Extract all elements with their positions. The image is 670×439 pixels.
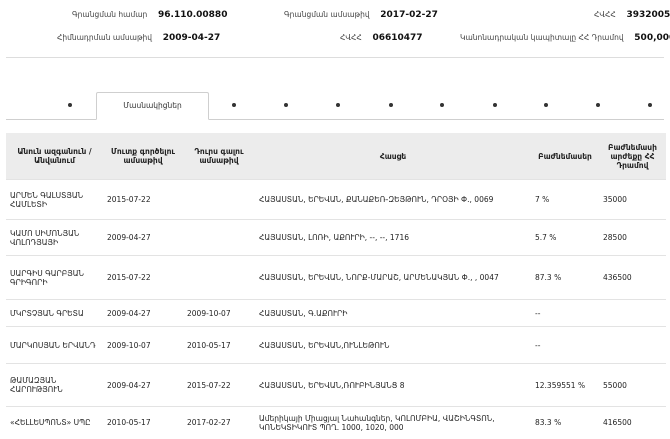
table-row: ԹԱՄԱԶՅԱՆ ՀԱՐՈՒԹՅՈՒՆ 2009-04-27 2015-07-22 Հ…: [6, 363, 666, 407]
tab-dot[interactable]: [493, 103, 497, 107]
cell-value: 55000: [599, 363, 666, 407]
address-line-2: ԿՈՆԵԿՏԻԿՈՒՏ ՊՈՂ. 1000, 1020, 000: [259, 422, 404, 432]
table-row: ԿԱՄՈ ՍԻՄՈՆՅԱՆ ՎՈԼՈԴՅԱՅԻ 2009-04-27 ՀԱՅԱՍՏԱ…: [6, 219, 666, 256]
tab-dot[interactable]: [284, 103, 288, 107]
address-line: Ամերիկայի Միացյալ Նահանգներ, ԿՈԼՈՄԲԻԱ, Վ…: [259, 413, 495, 423]
cell-out-date: [183, 179, 255, 220]
table-row: ՍԱՐԳԻՍ ԳԱՐԲՅԱՆ ԳՐԻԳՈՐԻ 2015-07-22 ՀԱՅԱՍՏԱՆ…: [6, 255, 666, 300]
cell-in-date: 2015-07-22: [103, 179, 183, 220]
address-line-2: , 0047: [474, 273, 499, 282]
tab-dot[interactable]: [544, 103, 548, 107]
table-row: ԱՐՄԵՆ ԳԱԼՍՏՅԱՆ ՀԱՄԼԵՏԻ 2015-07-22 ՀԱՅԱՍՏԱՆ…: [6, 179, 666, 220]
cell-name: «ՀԵԼԼԵՍՊՈՆՏ» ՍՊԸ: [6, 406, 103, 439]
tab-dot[interactable]: [596, 103, 600, 107]
cell-address: ՀԱՅԱՍՏԱՆ, ԵՐԵՎԱՆ,ՌՈՒԲԻՆՅԱՆՑ 8: [255, 363, 531, 407]
cell-in-date: 2010-05-17: [103, 406, 183, 439]
tab-dot[interactable]: [440, 103, 444, 107]
tab-dot[interactable]: [389, 103, 393, 107]
col-out-date: Դուրս գալու ամսաթիվ: [183, 133, 255, 180]
cell-in-date: 2009-04-27: [103, 363, 183, 407]
capital: Կանոնադրական կապիտալը ՀՀ Դրամով 500,000: [460, 33, 670, 43]
cell-out-date: 2017-02-27: [183, 406, 255, 439]
cell-name: ՍԱՐԳԻՍ ԳԱՐԲՅԱՆ ԳՐԻԳՈՐԻ: [6, 255, 103, 300]
tab-dot[interactable]: [68, 103, 72, 107]
cell-name: ԿԱՄՈ ՍԻՄՈՆՅԱՆ ՎՈԼՈԴՅԱՅԻ: [6, 219, 103, 256]
col-name: Անուն ազգանուն / Անվանում: [6, 133, 103, 180]
cell-in-date: 2009-04-27: [103, 299, 183, 327]
cell-in-date: 2009-04-27: [103, 219, 183, 256]
tab-dot[interactable]: [336, 103, 340, 107]
col-share: Բաժնեմասեր: [531, 133, 599, 180]
cell-name: ԹԱՄԱԶՅԱՆ ՀԱՐՈՒԹՅՈՒՆ: [6, 363, 103, 407]
cell-address: Ամերիկայի Միացյալ Նահանգներ, ԿՈԼՈՄԲԻԱ, Վ…: [255, 406, 531, 439]
cell-value: 35000: [599, 179, 666, 220]
cell-name: ՄԿՐՏՉՅԱՆ ԳՐԵՏԱ: [6, 299, 103, 327]
reg-date: Գրանցման ամսաթիվ 2017-02-27: [284, 10, 438, 20]
cell-value: 28500: [599, 219, 666, 256]
cell-name: ՄԱՐԿՈՍՅԱՆ ԵՐՎԱՆԴ: [6, 326, 103, 364]
cell-share: 87.3 %: [531, 255, 599, 300]
tab-participants[interactable]: Մասնակիցներ: [96, 92, 209, 120]
participants-table: Անուն ազգանուն / Անվանում Մուտք գործելու…: [6, 133, 666, 439]
tab-dot[interactable]: [232, 103, 236, 107]
table-row: ՄԱՐԿՈՍՅԱՆ ԵՐՎԱՆԴ 2009-10-07 2010-05-17 ՀԱՅԱ…: [6, 326, 666, 364]
cell-share: 12.359551 %: [531, 363, 599, 407]
header-divider: [6, 57, 664, 58]
cell-value: 416500: [599, 406, 666, 439]
cell-share: 83.3 %: [531, 406, 599, 439]
cell-share: 5.7 %: [531, 219, 599, 256]
cell-share: --: [531, 326, 599, 364]
cell-in-date: 2015-07-22: [103, 255, 183, 300]
col-address: Հասցե: [255, 133, 531, 180]
cell-value: [599, 326, 666, 364]
table-row: ՄԿՐՏՉՅԱՆ ԳՐԵՏԱ 2009-04-27 2009-10-07 ՀԱՅԱՍՏ…: [6, 299, 666, 327]
hvhh: ՀՎՀՀ 39320057: [594, 10, 670, 20]
state-reg-date: Հիմնադրման ամսաթիվ 2009-04-27: [57, 33, 221, 43]
tab-dot[interactable]: [648, 103, 652, 107]
address-line: ՀԱՅԱՍՏԱՆ, ԵՐԵՎԱՆ, ՆՈՐՔ-ՄԱՐԱՇ, ԱՐՄԵՆԱԿՅԱՆ…: [259, 273, 475, 282]
address-line: ՀԱՅԱՍՏԱՆ, ԵՐԵՎԱՆ,ՌՈՒԲԻՆՅԱՆՑ 8: [259, 380, 405, 390]
cell-out-date: [183, 255, 255, 300]
tab-bar: Մասնակիցներ: [6, 92, 664, 120]
company-header: Գրանցման համար 96.110.00880 Գրանցման ամս…: [0, 0, 670, 60]
hch: ՀՎՀՀ 06610477: [340, 33, 423, 43]
cell-out-date: 2010-05-17: [183, 326, 255, 364]
cell-out-date: 2009-10-07: [183, 299, 255, 327]
cell-address: ՀԱՅԱՍՏԱՆ, Գ.ԱՔՈՒՐԻ: [255, 299, 531, 327]
cell-out-date: [183, 219, 255, 256]
reg-number: Գրանցման համար 96.110.00880: [72, 10, 228, 20]
cell-out-date: 2015-07-22: [183, 363, 255, 407]
cell-share: --: [531, 299, 599, 327]
cell-in-date: 2009-10-07: [103, 326, 183, 364]
table-row: «ՀԵԼԼԵՍՊՈՆՏ» ՍՊԸ 2010-05-17 2017-02-27 Ամեր…: [6, 406, 666, 439]
cell-address: ՀԱՅԱՍՏԱՆ, ԵՐԵՎԱՆ, ՆՈՐՔ-ՄԱՐԱՇ, ԱՐՄԵՆԱԿՅԱՆ…: [255, 255, 531, 300]
col-value: Բաժնեմասի արժեքը ՀՀ Դրամով: [599, 133, 666, 180]
col-in-date: Մուտք գործելու ամսաթիվ: [103, 133, 183, 180]
address-line: ՀԱՅԱՍՏԱՆ, ԵՐԵՎԱՆ, ՔԱՆԱՔԵՌ-ԶԵՅԹՈՒՆ, ԴՐՕՅԻ…: [259, 195, 475, 204]
address-line: ՀԱՅԱՍՏԱՆ, ԵՐԵՎԱՆ,ՈՒՆԼԵԹՈՒՆ: [259, 340, 390, 350]
address-line-2: 0069: [474, 195, 494, 204]
cell-share: 7 %: [531, 179, 599, 220]
cell-address: ՀԱՅԱՍՏԱՆ, ԼՈՌԻ, ԱՔՈՒՐԻ, --, --, 1716: [255, 219, 531, 256]
address-line: ՀԱՅԱՍՏԱՆ, Գ.ԱՔՈՒՐԻ: [259, 308, 348, 318]
cell-value: [599, 299, 666, 327]
address-line: ՀԱՅԱՍՏԱՆ, ԼՈՌԻ, ԱՔՈՒՐԻ, --, --, 1716: [259, 233, 409, 242]
cell-address: ՀԱՅԱՍՏԱՆ, ԵՐԵՎԱՆ, ՔԱՆԱՔԵՌ-ԶԵՅԹՈՒՆ, ԴՐՕՅԻ…: [255, 179, 531, 220]
cell-address: ՀԱՅԱՍՏԱՆ, ԵՐԵՎԱՆ,ՈՒՆԼԵԹՈՒՆ: [255, 326, 531, 364]
cell-value: 436500: [599, 255, 666, 300]
table-header-row: Անուն ազգանուն / Անվանում Մուտք գործելու…: [6, 133, 666, 180]
cell-name: ԱՐՄԵՆ ԳԱԼՍՏՅԱՆ ՀԱՄԼԵՏԻ: [6, 179, 103, 220]
